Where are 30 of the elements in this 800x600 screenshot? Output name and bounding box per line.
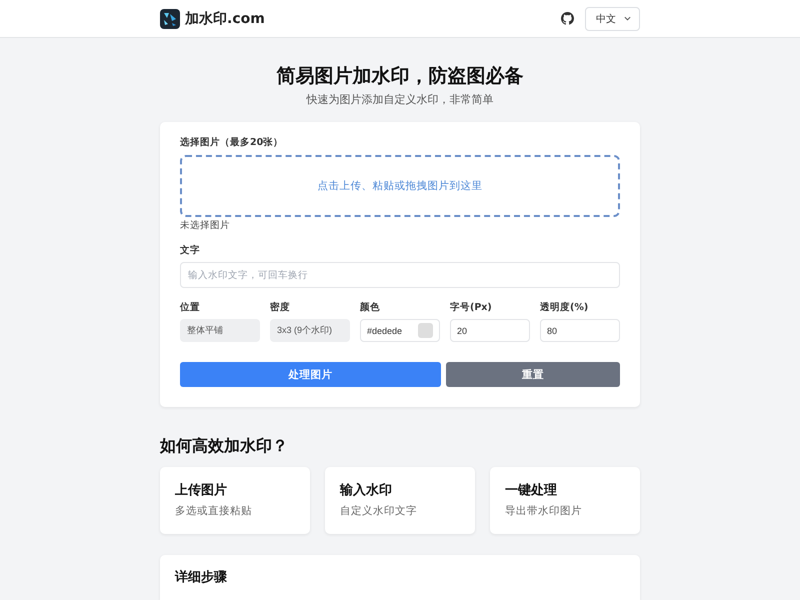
option-label: 位置 [180,301,201,315]
caret-icon [624,16,631,21]
language-select[interactable]: 中文 [585,6,640,30]
upload-drop-zone[interactable]: 点击上传、粘贴或拖拽图片到这里 [180,155,620,217]
option-label: 密度 [270,301,291,315]
section-heading: 如何高效加水印？ [160,435,289,457]
page-subtitle: 快速为图片添加自定义水印，非常简单 [305,92,494,108]
option-label: 字号(Px) [450,301,493,315]
reset-button[interactable]: 重置 [446,362,620,387]
upload-status-text: 未选择图片 [180,219,231,233]
github-icon[interactable] [561,12,574,25]
step-title: 输入水印 [340,482,393,500]
watermark-text-field[interactable]: 输入水印文字，可回车换行 [180,262,620,288]
text-label: 文字 [180,244,201,258]
page-title: 简易图片加水印，防盗图必备 [276,64,524,89]
upload-label: 选择图片（最多20张） [180,136,284,150]
step-description: 自定义水印文字 [340,504,418,519]
number-field[interactable]: 80 [540,319,620,342]
number-field[interactable]: 20 [450,319,530,342]
option-label: 透明度(%) [540,301,590,315]
option-label: 颜色 [360,301,381,315]
step-description: 多选或直接粘贴 [175,504,253,519]
step-description: 导出带水印图片 [505,504,583,519]
step-title: 一键处理 [505,482,558,500]
step-title: 上传图片 [175,482,228,500]
details-title: 详细步骤 [175,569,228,587]
site-name[interactable]: 加水印.com [185,10,265,28]
color-field[interactable]: #dedede [360,319,440,342]
logo-icon[interactable] [160,8,180,28]
process-button[interactable]: 处理图片 [180,362,442,387]
